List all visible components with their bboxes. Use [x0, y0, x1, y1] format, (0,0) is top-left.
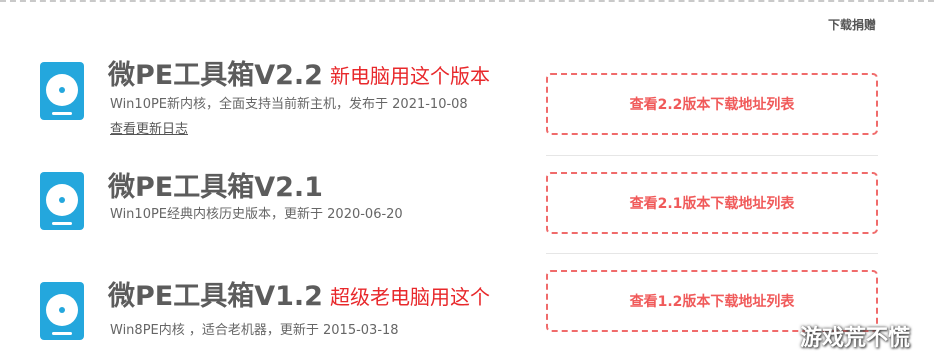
- version-tag: 超级老电脑用这个: [330, 285, 490, 309]
- watermark: 游戏荒不慌: [800, 326, 911, 351]
- version-title: 微PE工具箱V1.2: [108, 281, 323, 312]
- download-list-button-2-2[interactable]: 查看2.2版本下载地址列表: [546, 73, 878, 135]
- version-title: 微PE工具箱V2.2: [108, 60, 323, 91]
- wepe-logo-icon: [40, 62, 84, 120]
- version-title: 微PE工具箱V2.1: [108, 172, 323, 203]
- separator: [546, 253, 878, 254]
- wepe-logo-icon: [40, 172, 84, 230]
- donate-link[interactable]: 下载捐赠: [828, 16, 876, 33]
- download-list-button-2-1[interactable]: 查看2.1版本下载地址列表: [546, 172, 878, 234]
- disc-icon: [46, 184, 78, 216]
- separator: [546, 155, 878, 156]
- disc-icon: [46, 294, 78, 326]
- changelog-link[interactable]: 查看更新日志: [110, 121, 188, 139]
- wepe-logo-icon: [40, 282, 84, 340]
- disc-icon: [46, 74, 78, 106]
- version-description: Win10PE经典内核历史版本，更新于 2020-06-20: [110, 207, 403, 222]
- version-description: Win8PE内核 ，适合老机器，更新于 2015-03-18: [110, 323, 399, 338]
- version-tag: 新电脑用这个版本: [330, 64, 490, 88]
- top-dashed-divider: [0, 0, 934, 2]
- version-description: Win10PE新内核，全面支持当前新主机，发布于 2021-10-08: [110, 97, 468, 112]
